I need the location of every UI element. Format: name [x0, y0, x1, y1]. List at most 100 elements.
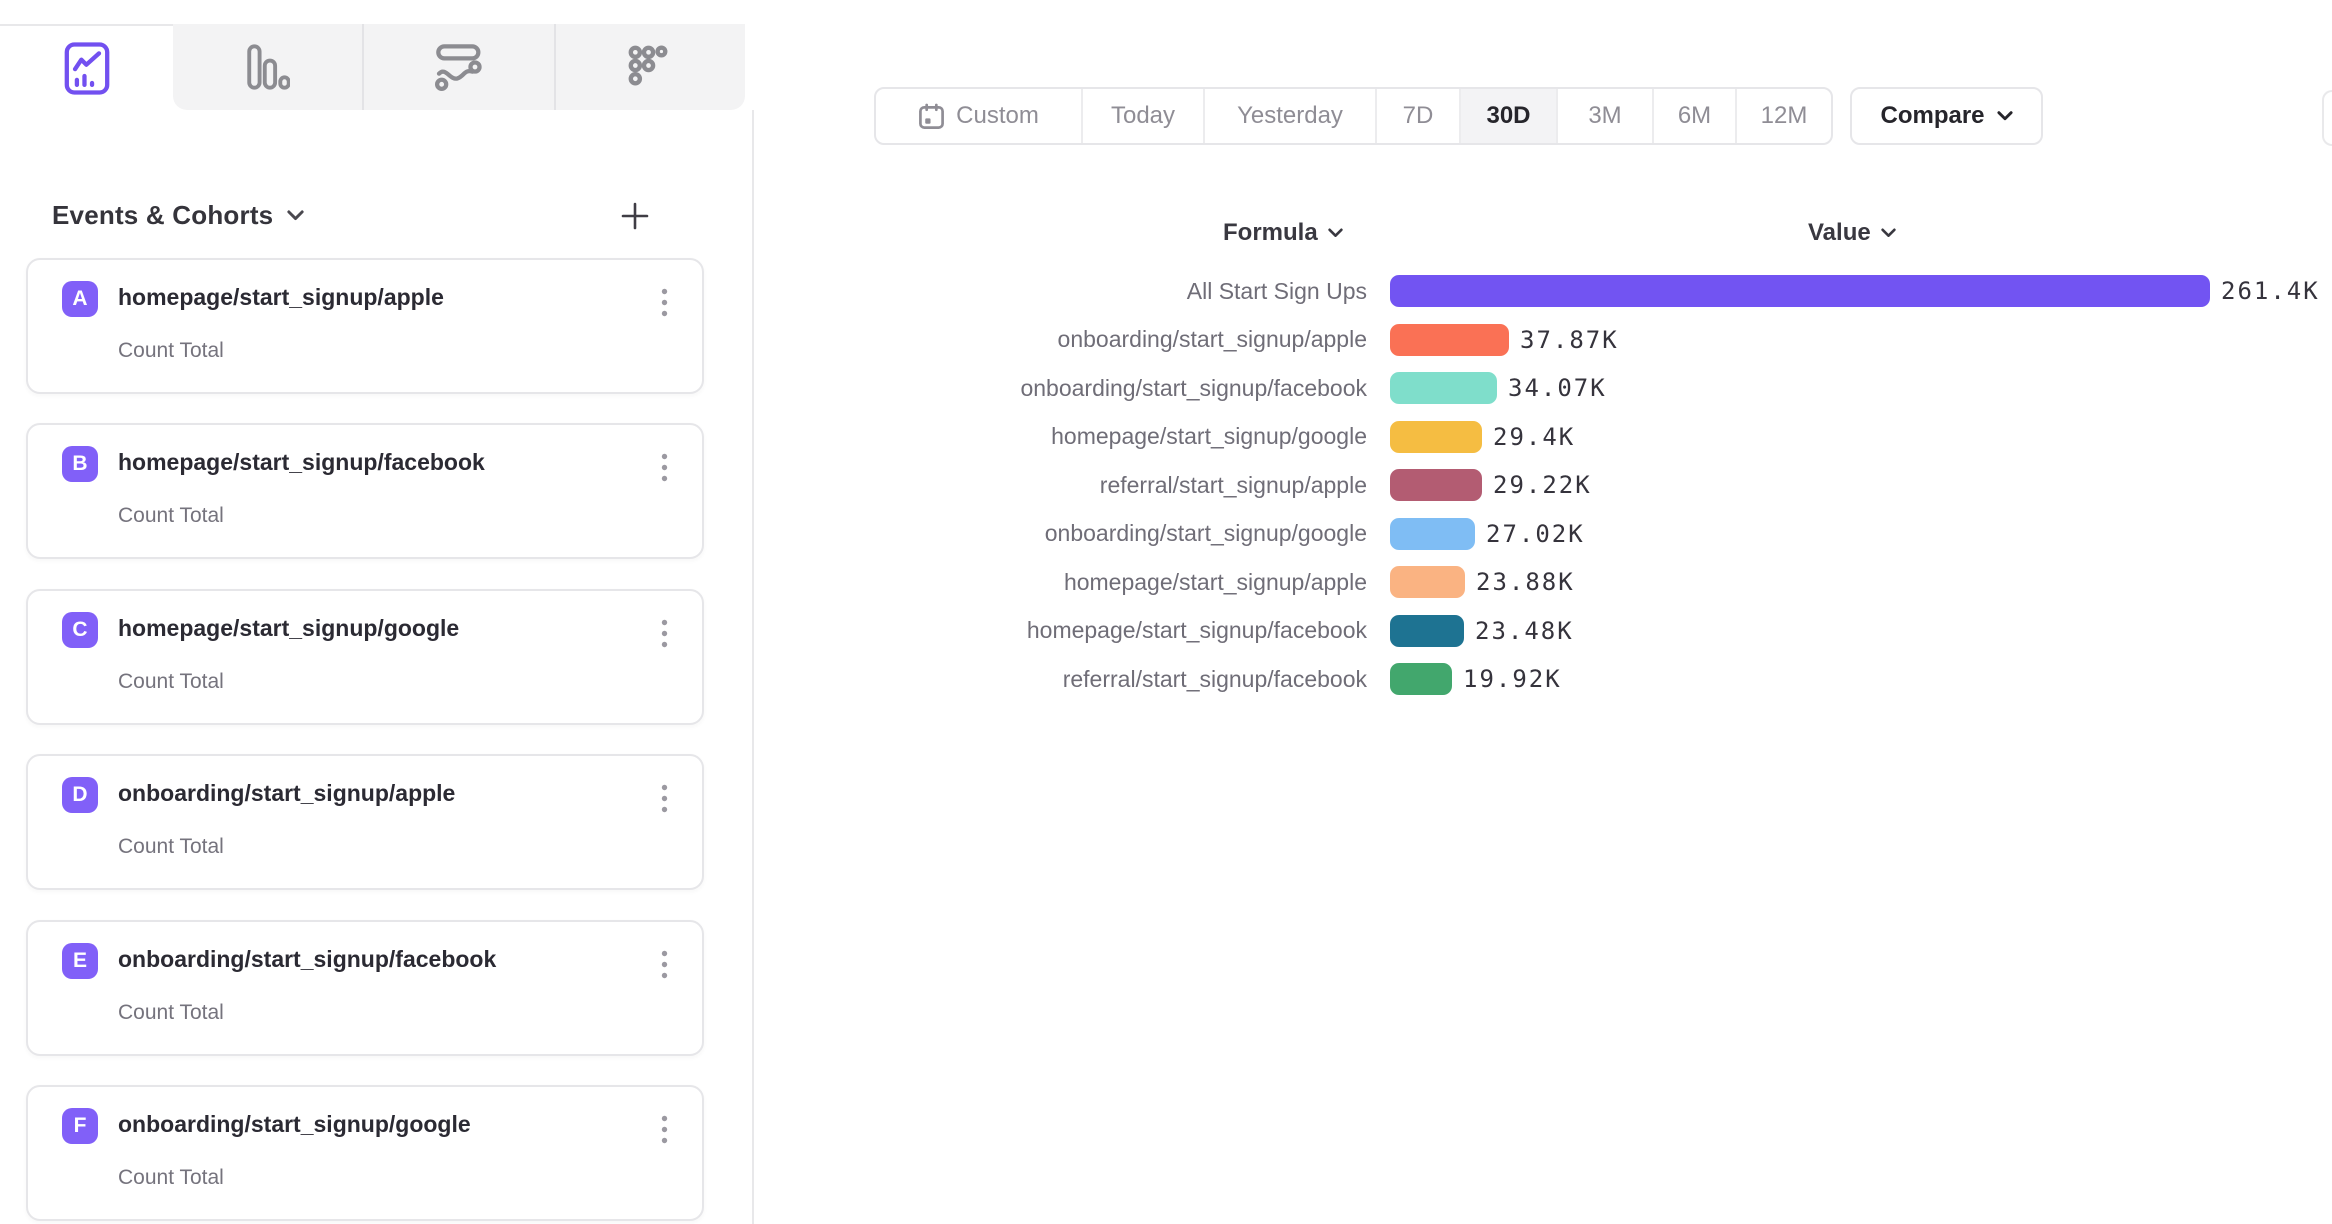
add-event-button[interactable] — [620, 201, 650, 231]
date-range-label: 30D — [1486, 102, 1530, 130]
kebab-menu-icon[interactable] — [657, 946, 672, 983]
chart-row: homepage/start_signup/apple 23.88K — [920, 558, 2320, 607]
tab-bar-report[interactable] — [173, 24, 362, 110]
chart-row-label: referral/start_signup/facebook — [920, 666, 1367, 693]
chart-bar[interactable] — [1390, 469, 1482, 501]
chevron-down-icon — [1997, 111, 2013, 121]
tab-insights[interactable] — [0, 26, 173, 110]
tab-flows[interactable] — [362, 24, 553, 110]
date-range-label: Yesterday — [1237, 102, 1343, 130]
date-range-custom[interactable]: Custom — [876, 89, 1081, 143]
event-metric: Count Total — [118, 339, 224, 363]
date-range-30d[interactable]: 30D — [1459, 89, 1556, 143]
formula-column-header[interactable]: Formula — [1223, 219, 1343, 247]
chart-bar[interactable] — [1390, 324, 1509, 356]
date-range-label: 12M — [1761, 102, 1808, 130]
chart-row: referral/start_signup/facebook 19.92K — [920, 655, 2320, 704]
chart-bar[interactable] — [1390, 663, 1452, 695]
event-metric: Count Total — [118, 1166, 224, 1190]
kebab-menu-icon[interactable] — [657, 1111, 672, 1148]
events-cohorts-header: Events & Cohorts — [52, 200, 692, 231]
chart-bar-value: 29.4K — [1493, 423, 1575, 451]
chart-row-label: homepage/start_signup/apple — [920, 569, 1367, 596]
cut-off-button[interactable] — [2322, 90, 2332, 146]
chevron-down-icon[interactable] — [287, 210, 304, 221]
date-range-label: 7D — [1403, 102, 1434, 130]
value-column-header[interactable]: Value — [1808, 219, 1896, 247]
chart-bar-value: 23.88K — [1476, 568, 1575, 596]
tab-retention[interactable] — [554, 24, 745, 110]
event-letter-badge: B — [62, 446, 98, 482]
chart-bar[interactable] — [1390, 372, 1497, 404]
event-letter-badge: F — [62, 1108, 98, 1144]
date-range-label: Today — [1111, 102, 1175, 130]
report-type-tabs — [173, 24, 745, 110]
chart-row: homepage/start_signup/facebook 23.48K — [920, 607, 2320, 656]
chevron-down-icon — [1328, 228, 1343, 238]
bar-chart: All Start Sign Ups 261.4K onboarding/sta… — [920, 267, 2320, 704]
event-card[interactable]: D onboarding/start_signup/apple Count To… — [26, 754, 704, 890]
event-name: onboarding/start_signup/facebook — [118, 946, 496, 973]
chart-row: onboarding/start_signup/facebook 34.07K — [920, 364, 2320, 413]
chart-bar-value: 29.22K — [1493, 471, 1592, 499]
chart-bar[interactable] — [1390, 518, 1475, 550]
chart-bar[interactable] — [1390, 421, 1482, 453]
date-range-3m[interactable]: 3M — [1556, 89, 1652, 143]
event-metric: Count Total — [118, 835, 224, 859]
bar-chart-icon — [246, 43, 290, 91]
compare-button[interactable]: Compare — [1850, 87, 2043, 145]
retention-dots-icon — [628, 45, 672, 89]
chart-bar[interactable] — [1390, 275, 2210, 307]
chart-row-label: referral/start_signup/apple — [920, 472, 1367, 499]
chevron-down-icon — [1881, 228, 1896, 238]
chart-bar-value: 19.92K — [1463, 665, 1562, 693]
kebab-menu-icon[interactable] — [657, 284, 672, 321]
event-metric: Count Total — [118, 1001, 224, 1025]
date-range-selector: Custom Today Yesterday 7D 30D 3M 6M 12M — [874, 87, 1833, 145]
sidebar-divider — [752, 110, 754, 1224]
event-metric: Count Total — [118, 504, 224, 528]
chart-row: referral/start_signup/apple 29.22K — [920, 461, 2320, 510]
event-metric: Count Total — [118, 670, 224, 694]
chart-bar[interactable] — [1390, 615, 1464, 647]
kebab-menu-icon[interactable] — [657, 449, 672, 486]
formula-label: Formula — [1223, 219, 1318, 247]
date-range-6m[interactable]: 6M — [1652, 89, 1735, 143]
event-name: onboarding/start_signup/apple — [118, 780, 455, 807]
event-name: homepage/start_signup/facebook — [118, 449, 485, 476]
value-label: Value — [1808, 219, 1871, 247]
chart-bar[interactable] — [1390, 566, 1465, 598]
chart-row-label: onboarding/start_signup/facebook — [920, 375, 1367, 402]
chart-row-label: homepage/start_signup/facebook — [920, 617, 1367, 644]
event-name: homepage/start_signup/apple — [118, 284, 444, 311]
insights-report-app: Events & Cohorts A homepage/start_signup… — [0, 0, 2332, 1224]
event-card[interactable]: F onboarding/start_signup/google Count T… — [26, 1085, 704, 1221]
chart-row-label: homepage/start_signup/google — [920, 423, 1367, 450]
chart-row: onboarding/start_signup/google 27.02K — [920, 510, 2320, 559]
date-range-today[interactable]: Today — [1081, 89, 1203, 143]
events-cohorts-title: Events & Cohorts — [52, 200, 273, 231]
chart-bar-value: 261.4K — [2221, 277, 2320, 305]
chart-bar-value: 23.48K — [1475, 617, 1574, 645]
date-range-label: 3M — [1588, 102, 1621, 130]
kebab-menu-icon[interactable] — [657, 615, 672, 652]
event-name: homepage/start_signup/google — [118, 615, 459, 642]
date-range-label: 6M — [1678, 102, 1711, 130]
event-card[interactable]: B homepage/start_signup/facebook Count T… — [26, 423, 704, 559]
chart-row: homepage/start_signup/google 29.4K — [920, 413, 2320, 462]
compare-label: Compare — [1880, 102, 1984, 130]
event-letter-badge: A — [62, 281, 98, 317]
kebab-menu-icon[interactable] — [657, 780, 672, 817]
event-letter-badge: D — [62, 777, 98, 813]
chart-row: onboarding/start_signup/apple 37.87K — [920, 316, 2320, 365]
date-range-yesterday[interactable]: Yesterday — [1203, 89, 1375, 143]
chart-bar-value: 27.02K — [1486, 520, 1585, 548]
chart-bar-value: 34.07K — [1508, 374, 1607, 402]
event-card[interactable]: A homepage/start_signup/apple Count Tota… — [26, 258, 704, 394]
flows-icon — [435, 43, 483, 91]
date-range-12m[interactable]: 12M — [1735, 89, 1831, 143]
event-card[interactable]: C homepage/start_signup/google Count Tot… — [26, 589, 704, 725]
date-range-7d[interactable]: 7D — [1375, 89, 1459, 143]
chart-row-label: onboarding/start_signup/google — [920, 520, 1367, 547]
event-card[interactable]: E onboarding/start_signup/facebook Count… — [26, 920, 704, 1056]
